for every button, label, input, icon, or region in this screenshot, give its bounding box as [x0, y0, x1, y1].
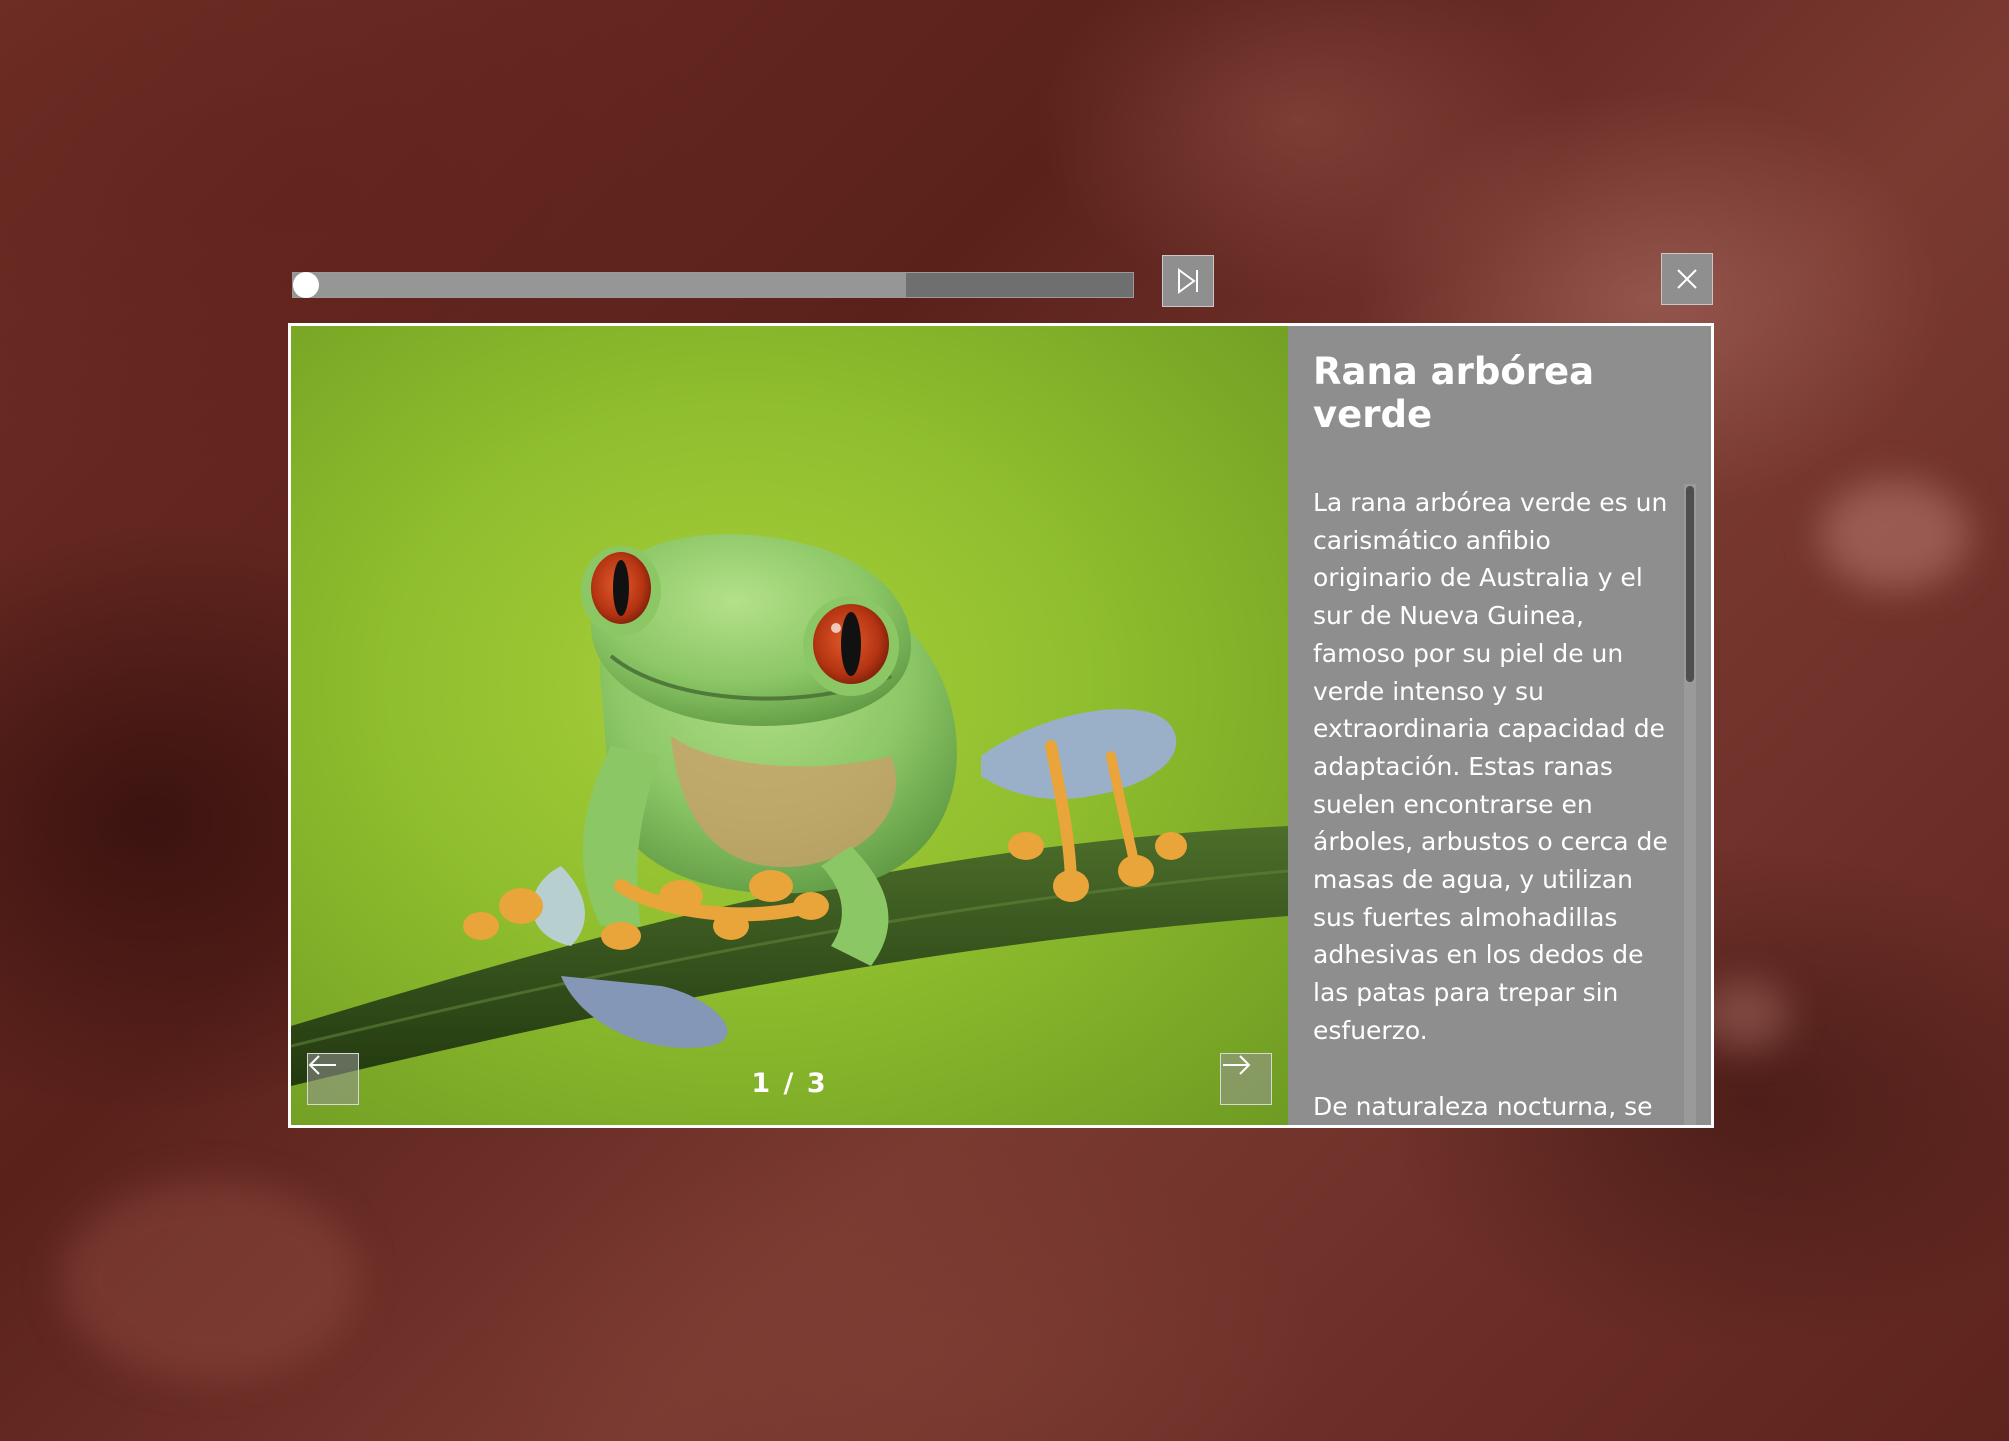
close-button[interactable]: [1661, 253, 1713, 305]
scrollbar-thumb[interactable]: [1686, 486, 1694, 682]
close-icon: [1675, 267, 1699, 291]
description-scrollbar[interactable]: [1684, 484, 1696, 1125]
slide-image: 1 / 3: [291, 326, 1288, 1125]
frog-illustration: [291, 534, 1288, 1086]
progress-buffered: [293, 273, 907, 297]
slide-description[interactable]: La rana arbórea verde es un carismático …: [1313, 484, 1673, 1125]
slide-info-panel: Rana arbórea verde La rana arbórea verde…: [1288, 326, 1711, 1125]
slide-counter: 1 / 3: [751, 1068, 828, 1099]
description-paragraph: De naturaleza nocturna, se: [1313, 1091, 1653, 1121]
skip-button[interactable]: [1162, 255, 1214, 307]
slide-title: Rana arbórea verde: [1313, 350, 1595, 436]
progress-handle[interactable]: [293, 272, 319, 298]
next-slide-button[interactable]: [1220, 1053, 1272, 1105]
backdrop-blob: [1820, 480, 1970, 590]
description-paragraph: La rana arbórea verde es un carismático …: [1313, 488, 1668, 1045]
skip-forward-icon: [1174, 267, 1202, 295]
slideshow-progress-bar[interactable]: [292, 272, 1134, 298]
lightbox-dialog: 1 / 3 Rana arbórea verde La rana arbórea…: [288, 323, 1714, 1128]
backdrop-blob: [60, 1180, 360, 1380]
